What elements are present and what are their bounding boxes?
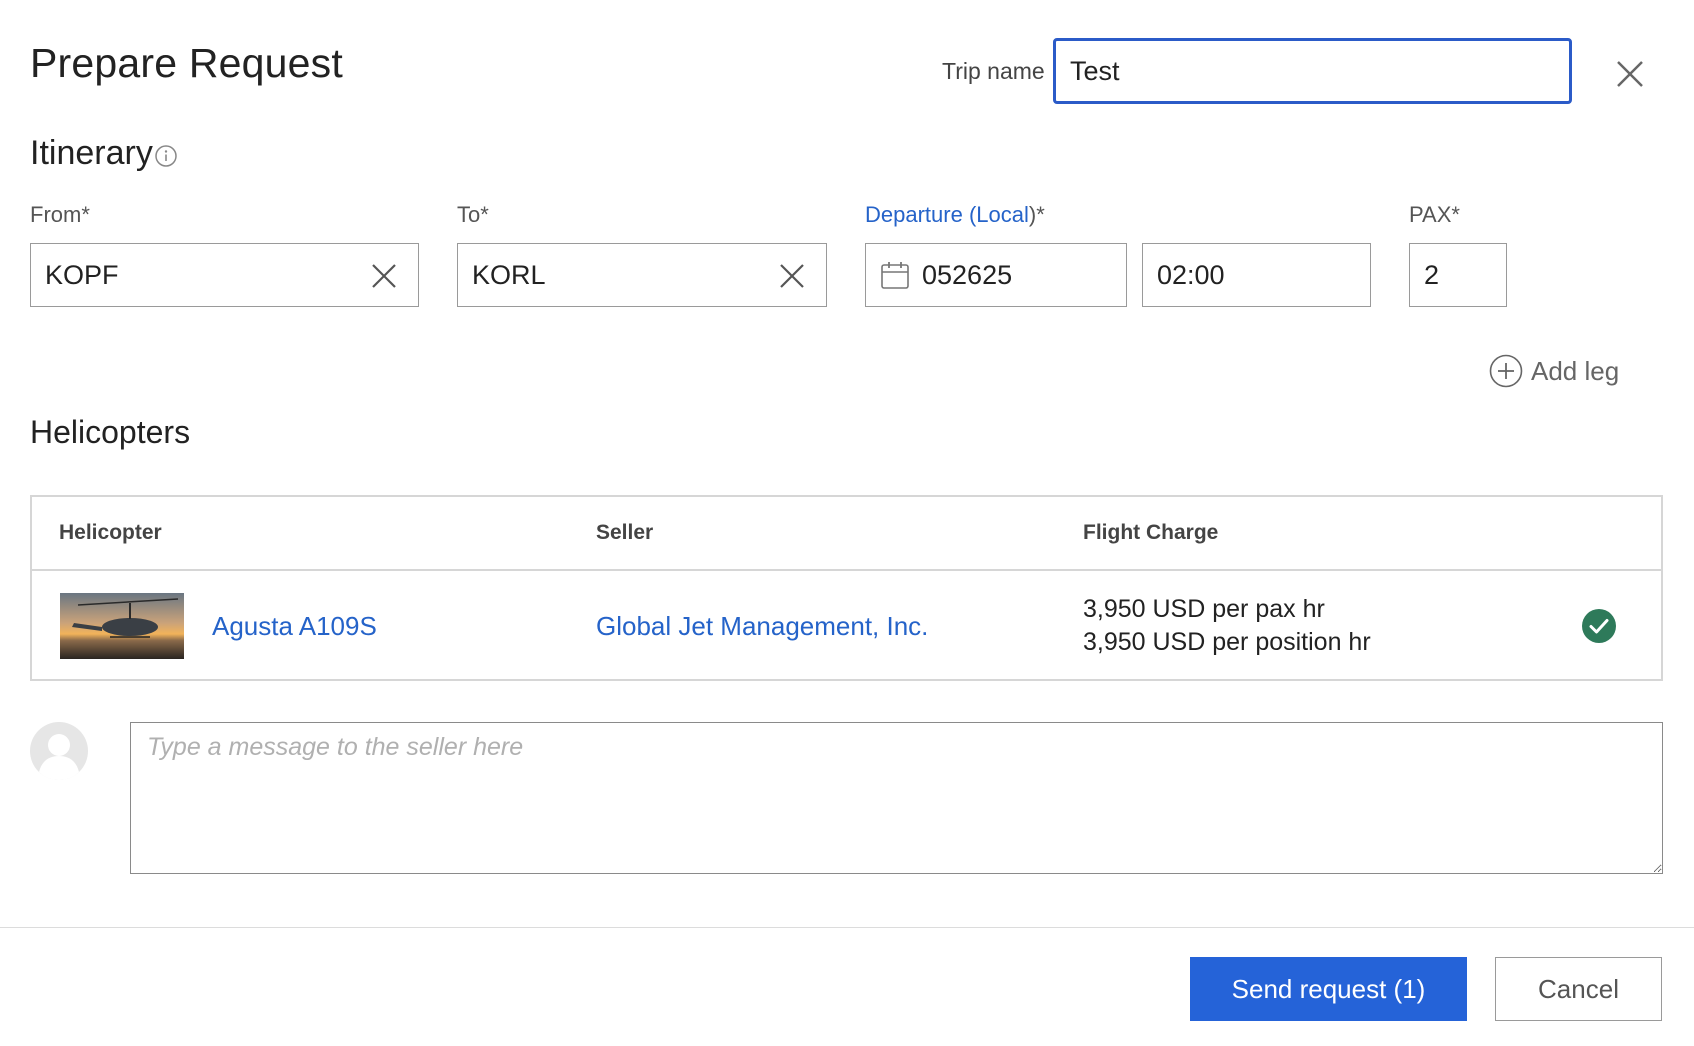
column-header-seller: Seller	[596, 521, 654, 544]
departure-label-paren-open: (	[962, 202, 977, 227]
seller-link[interactable]: Global Jet Management, Inc.	[596, 611, 928, 642]
trip-name-input[interactable]	[1053, 38, 1572, 104]
message-textarea[interactable]	[130, 722, 1663, 874]
user-avatar-icon	[30, 722, 88, 780]
to-input[interactable]	[457, 243, 827, 307]
close-button[interactable]	[1608, 52, 1652, 96]
pax-input[interactable]	[1409, 243, 1507, 307]
close-icon	[1617, 61, 1643, 87]
helicopters-title: Helicopters	[30, 414, 191, 450]
calendar-icon	[881, 262, 909, 289]
itinerary-title: Itinerary	[30, 134, 153, 172]
cancel-button[interactable]: Cancel	[1495, 957, 1662, 1021]
departure-local-link[interactable]: Local	[976, 202, 1029, 227]
pax-label: PAX*	[1409, 202, 1460, 227]
helicopter-thumbnail[interactable]	[60, 593, 184, 659]
send-request-button[interactable]: Send request (1)	[1190, 957, 1467, 1021]
clear-to-button[interactable]	[778, 262, 806, 290]
selected-indicator[interactable]	[1582, 609, 1616, 643]
add-leg-label: Add leg	[1531, 355, 1620, 386]
helicopter-link[interactable]: Agusta A109S	[212, 611, 377, 642]
from-input[interactable]	[30, 243, 419, 307]
info-icon[interactable]	[154, 144, 178, 168]
departure-time-input[interactable]	[1142, 243, 1371, 307]
helicopters-table: Helicopter Seller Flight Charge Agusta A…	[30, 495, 1663, 681]
table-header: Helicopter Seller Flight Charge	[32, 497, 1661, 571]
plus-circle-icon	[1489, 354, 1523, 388]
departure-label: Departure (Local)*	[865, 202, 1045, 228]
charge-per-position: 3,950 USD per position hr	[1083, 628, 1371, 656]
departure-date-value: 052625	[922, 259, 1013, 290]
footer-divider	[0, 927, 1694, 928]
departure-label-paren-close: )*	[1028, 202, 1045, 227]
page-title: Prepare Request	[30, 40, 343, 86]
from-label: From*	[30, 202, 90, 227]
column-header-helicopter: Helicopter	[59, 521, 162, 544]
departure-date-field[interactable]: 052625	[865, 243, 1127, 307]
clear-icon	[372, 264, 396, 288]
user-avatar	[30, 722, 88, 780]
trip-name-label: Trip name	[942, 58, 1045, 84]
check-circle-icon	[1582, 609, 1616, 643]
to-label: To*	[457, 202, 489, 227]
clear-from-button[interactable]	[370, 262, 398, 290]
add-leg-button[interactable]: Add leg	[1489, 354, 1619, 388]
clear-icon	[780, 264, 804, 288]
column-header-flight-charge: Flight Charge	[1083, 521, 1219, 544]
flight-charge: 3,950 USD per pax hr 3,950 USD per posit…	[1083, 593, 1371, 659]
charge-per-pax: 3,950 USD per pax hr	[1083, 595, 1325, 623]
departure-label-text: Departure	[865, 202, 963, 227]
